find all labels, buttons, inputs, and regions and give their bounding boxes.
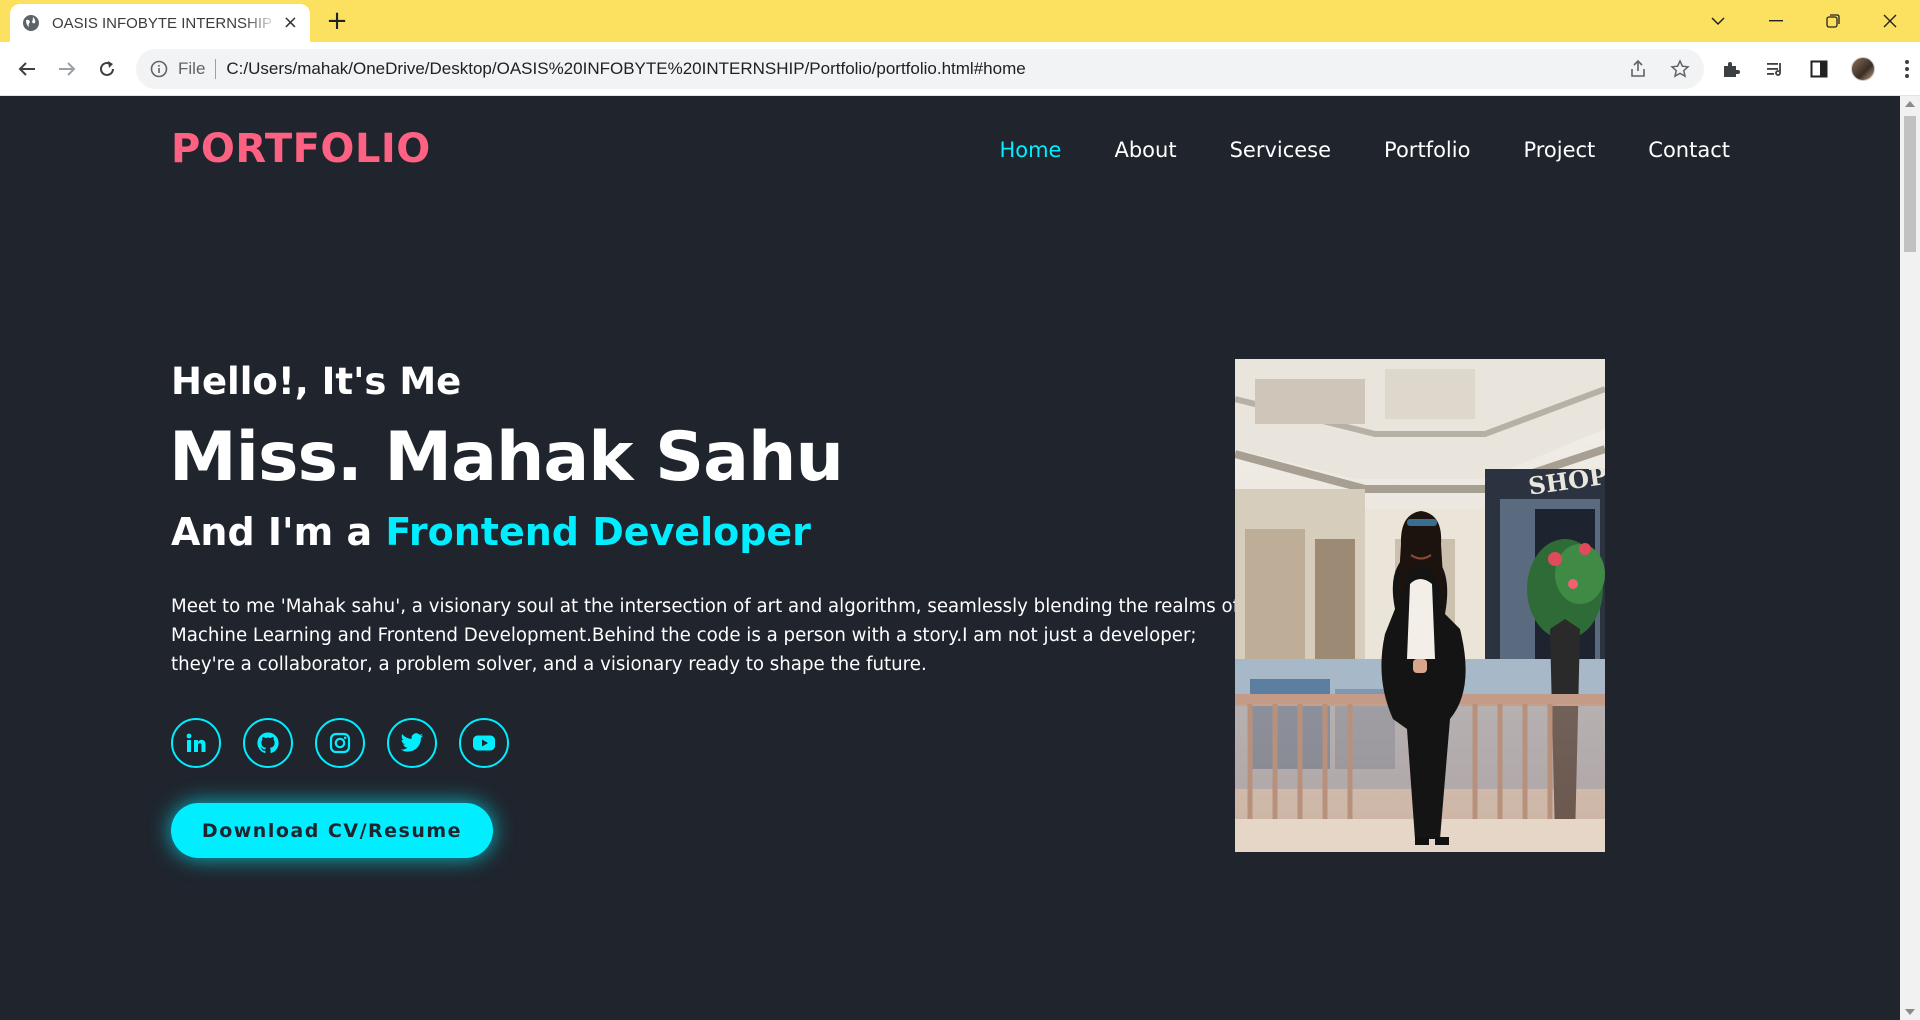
extensions-puzzle-icon[interactable] [1716,54,1746,84]
forward-arrow-icon[interactable] [52,54,82,84]
reload-icon[interactable] [92,54,122,84]
restore-icon[interactable] [1805,0,1861,42]
nav-project[interactable]: Project [1523,138,1595,162]
more-menu-icon[interactable] [1892,54,1920,84]
youtube-icon [473,735,495,751]
url-scheme-label: File [178,59,206,78]
nav-portfolio[interactable]: Portfolio [1384,138,1470,162]
info-icon[interactable] [150,60,168,78]
profile-avatar[interactable] [1848,54,1878,84]
linkedin-icon [186,733,206,752]
main-nav: Home About Servicese Portfolio Project C… [999,138,1730,162]
media-queue-icon[interactable] [1760,54,1790,84]
hero-role-line: And I'm a Frontend Developer [171,510,811,554]
github-icon [257,732,279,754]
nav-contact[interactable]: Contact [1648,138,1730,162]
profile-photo: SHOPPI [1235,359,1605,852]
browser-titlebar: OASIS INFOBYTE INTERNSHIP TASK × + [0,0,1920,42]
page-viewport: PORTFOLIO Home About Servicese Portfolio… [0,96,1900,1020]
side-panel-icon[interactable] [1804,54,1834,84]
nav-services[interactable]: Servicese [1230,138,1331,162]
share-icon[interactable] [1628,59,1648,79]
url-separator [215,59,217,79]
browser-tab[interactable]: OASIS INFOBYTE INTERNSHIP TASK × [10,4,310,42]
tab-search-icon[interactable] [1690,0,1746,42]
social-links [171,718,509,768]
browser-toolbar: File C:/Users/mahak/OneDrive/Desktop/OAS… [0,42,1920,96]
download-cv-button[interactable]: Download CV/Resume [171,803,493,858]
github-link[interactable] [243,718,293,768]
youtube-link[interactable] [459,718,509,768]
back-arrow-icon[interactable] [12,54,42,84]
instagram-icon [329,732,351,754]
close-window-icon[interactable] [1862,0,1918,42]
globe-icon [23,15,39,31]
tab-title: OASIS INFOBYTE INTERNSHIP TASK [52,14,278,32]
page-scrollbar[interactable] [1900,96,1920,1020]
close-tab-icon[interactable]: × [283,14,298,32]
twitter-link[interactable] [387,718,437,768]
scroll-up-arrow-icon[interactable] [1905,101,1915,107]
role-prefix: And I'm a [171,510,386,554]
twitter-icon [400,733,423,752]
role-title: Frontend Developer [385,510,811,554]
hero-greeting: Hello!, It's Me [171,360,462,403]
scroll-thumb[interactable] [1904,116,1916,252]
nav-about[interactable]: About [1114,138,1176,162]
instagram-link[interactable] [315,718,365,768]
bookmark-star-icon[interactable] [1670,59,1690,79]
address-bar[interactable]: File C:/Users/mahak/OneDrive/Desktop/OAS… [136,49,1704,89]
linkedin-link[interactable] [171,718,221,768]
minimize-icon[interactable] [1748,0,1804,42]
scroll-down-arrow-icon[interactable] [1905,1009,1915,1015]
hero-name: Miss. Mahak Sahu [169,418,844,497]
url-text[interactable]: C:/Users/mahak/OneDrive/Desktop/OASIS%20… [226,59,1025,79]
site-logo[interactable]: PORTFOLIO [171,126,431,172]
new-tab-button[interactable]: + [322,6,352,36]
nav-home[interactable]: Home [999,138,1061,162]
hero-bio: Meet to me 'Mahak sahu', a visionary sou… [171,596,1240,675]
